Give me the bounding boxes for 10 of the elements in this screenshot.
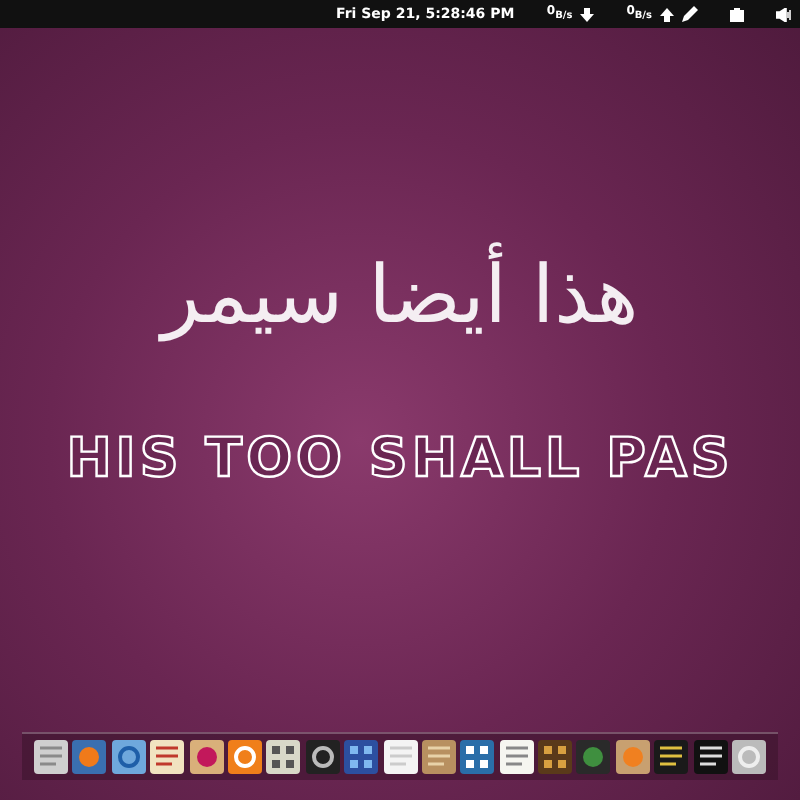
document-icon[interactable] [383, 740, 417, 774]
speaker-icon[interactable] [776, 7, 792, 21]
pen-icon[interactable] [682, 6, 698, 22]
notepad-icon[interactable] [499, 740, 534, 774]
ring-icon[interactable] [111, 740, 146, 774]
wallpaper-english-text: HIS TOO SHALL PAS [66, 428, 734, 490]
wallpaper-arabic-text: هذا أيضا سيمر [153, 236, 647, 356]
terminal-icon[interactable] [693, 740, 728, 774]
upload-arrow-icon[interactable] [660, 7, 674, 21]
download-arrow-icon[interactable] [580, 7, 595, 21]
